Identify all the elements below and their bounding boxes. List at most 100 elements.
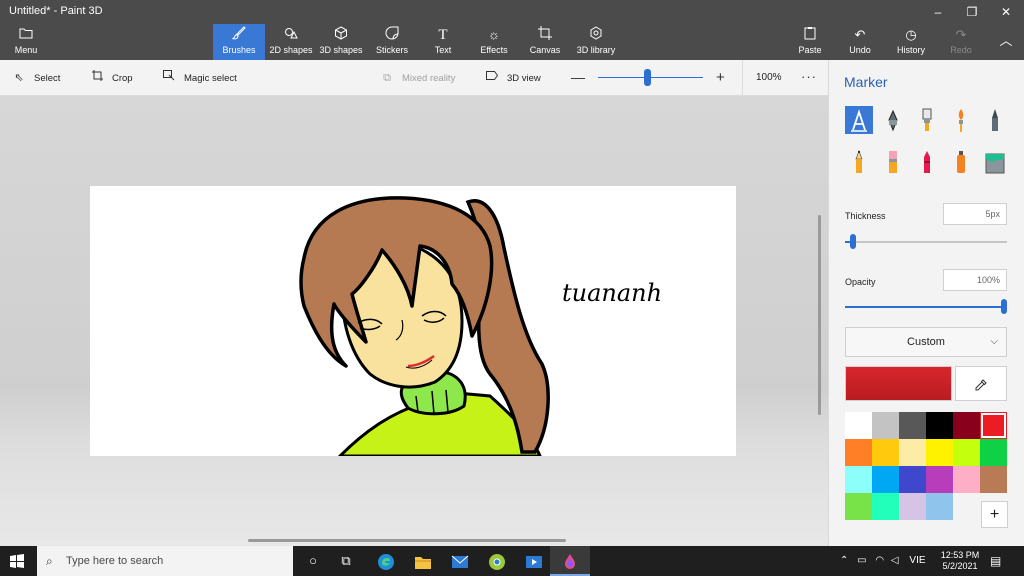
tab-label: Stickers xyxy=(375,45,408,55)
undo-button[interactable]: ↶ Undo xyxy=(845,24,875,60)
color-swatch[interactable] xyxy=(872,466,899,493)
chevron-up-icon[interactable]: ⌃ xyxy=(840,555,848,566)
tab-label: Canvas xyxy=(529,45,561,55)
oil-brush-button[interactable] xyxy=(913,106,941,134)
tab-3d-library[interactable]: 3D library xyxy=(574,24,618,60)
volume-icon[interactable]: ◁ xyxy=(891,555,899,566)
watercolor-brush-button[interactable] xyxy=(947,106,975,134)
crop-tool[interactable]: Crop xyxy=(90,70,133,86)
color-swatch[interactable] xyxy=(926,412,953,439)
color-swatch[interactable] xyxy=(980,439,1007,466)
color-swatch[interactable] xyxy=(872,493,899,520)
task-view-icon[interactable]: ⧉ xyxy=(326,546,366,576)
media-player-icon[interactable] xyxy=(514,546,554,576)
undo-icon: ↶ xyxy=(854,27,866,42)
system-tray: ⌃ ▭ ◠ ◁ VIE xyxy=(840,546,926,576)
fill-button[interactable] xyxy=(981,148,1009,176)
tab-2d-shapes[interactable]: 2D shapes xyxy=(268,24,314,60)
windows-start-icon[interactable] xyxy=(10,554,24,568)
canvas-icon xyxy=(526,26,564,44)
color-swatch[interactable] xyxy=(845,466,872,493)
maximize-button[interactable]: ❐ xyxy=(957,3,987,21)
thickness-input[interactable]: 5px xyxy=(943,203,1007,225)
tab-3d-shapes[interactable]: 3D shapes xyxy=(318,24,364,60)
eraser-button[interactable] xyxy=(879,148,907,176)
opacity-slider-thumb[interactable] xyxy=(1001,299,1007,314)
collapse-ribbon-button[interactable]: ︿ xyxy=(994,24,1018,60)
vertical-scrollbar[interactable] xyxy=(818,215,821,415)
notifications-icon[interactable]: ▤ xyxy=(990,554,1001,568)
mixed-reality-tool[interactable]: ⧉ Mixed reality xyxy=(380,70,455,86)
menu-button[interactable]: Menu xyxy=(4,24,48,60)
calligraphy-pen-button[interactable] xyxy=(879,106,907,134)
magic-select-tool[interactable]: Magic select xyxy=(162,70,237,86)
color-swatch[interactable] xyxy=(953,466,980,493)
add-color-button[interactable]: + xyxy=(981,501,1008,528)
taskbar-clock[interactable]: 12:53 PM 5/2/2021 xyxy=(938,550,982,572)
effects-icon: ☼ xyxy=(488,27,500,42)
spray-can-icon xyxy=(957,151,965,173)
thickness-slider-track[interactable] xyxy=(845,241,1007,243)
opacity-input[interactable]: 100% xyxy=(943,269,1007,291)
color-swatch[interactable] xyxy=(845,439,872,466)
chrome-icon[interactable] xyxy=(477,546,517,576)
select-tool[interactable]: ⇖ Select xyxy=(12,70,60,86)
paint-3d-taskbar-icon[interactable] xyxy=(550,546,590,576)
minimize-button[interactable]: – xyxy=(923,3,953,21)
more-options-button[interactable]: ··· xyxy=(801,69,817,84)
language-indicator[interactable]: VIE xyxy=(909,555,925,566)
mixed-reality-label: Mixed reality xyxy=(402,73,456,84)
color-swatch[interactable] xyxy=(953,412,980,439)
close-button[interactable]: ✕ xyxy=(991,3,1021,21)
color-mode-dropdown[interactable]: Custom ⌵ xyxy=(845,327,1007,357)
tab-stickers[interactable]: Stickers xyxy=(372,24,412,60)
color-swatch[interactable] xyxy=(980,412,1007,439)
color-swatch[interactable] xyxy=(845,412,872,439)
tab-brushes[interactable]: Brushes xyxy=(213,24,265,60)
color-swatch[interactable] xyxy=(872,439,899,466)
marker-brush-button[interactable] xyxy=(845,106,873,134)
wifi-icon[interactable]: ◠ xyxy=(875,555,884,566)
tab-label: 3D shapes xyxy=(319,45,363,55)
redo-button[interactable]: ↷ Redo xyxy=(946,24,976,60)
battery-icon[interactable]: ▭ xyxy=(857,555,866,566)
spray-can-button[interactable] xyxy=(947,148,975,176)
tab-text[interactable]: T Text xyxy=(426,24,460,60)
zoom-value[interactable]: 100% xyxy=(756,72,782,83)
thickness-slider-thumb[interactable] xyxy=(850,234,857,249)
color-swatch[interactable] xyxy=(899,412,926,439)
pixel-pen-button[interactable] xyxy=(981,106,1009,134)
color-swatch[interactable] xyxy=(980,466,1007,493)
color-swatch[interactable] xyxy=(926,493,953,520)
paste-button[interactable]: Paste xyxy=(794,24,826,60)
mail-icon[interactable] xyxy=(440,546,480,576)
crayon-button[interactable] xyxy=(913,148,941,176)
oil-brush-icon xyxy=(922,108,932,131)
tab-effects[interactable]: ☼ Effects xyxy=(474,24,514,60)
horizontal-scrollbar[interactable] xyxy=(248,539,566,542)
color-swatch[interactable] xyxy=(926,439,953,466)
zoom-in-button[interactable]: + xyxy=(716,69,725,86)
magic-select-label: Magic select xyxy=(184,73,237,84)
current-color-swatch[interactable] xyxy=(845,366,952,401)
tab-canvas[interactable]: Canvas xyxy=(526,24,564,60)
file-explorer-icon[interactable] xyxy=(403,546,443,576)
color-swatch[interactable] xyxy=(899,439,926,466)
edge-browser-icon[interactable] xyxy=(366,546,406,576)
eyedropper-button[interactable] xyxy=(955,366,1007,401)
history-button[interactable]: ◷ History xyxy=(894,24,928,60)
color-swatch[interactable] xyxy=(899,466,926,493)
color-swatch[interactable] xyxy=(926,466,953,493)
magic-select-icon xyxy=(162,70,176,86)
taskbar-search-box[interactable]: ⌕ Type here to search xyxy=(37,546,293,576)
zoom-slider-thumb[interactable] xyxy=(644,69,652,86)
3d-view-tool[interactable]: 3D view xyxy=(485,70,541,86)
color-swatch[interactable] xyxy=(953,439,980,466)
color-swatch[interactable] xyxy=(899,493,926,520)
color-swatch[interactable] xyxy=(872,412,899,439)
3d-view-icon xyxy=(485,70,499,86)
drawing-canvas[interactable]: tuananh xyxy=(90,186,736,456)
pencil-button[interactable] xyxy=(845,148,873,176)
color-swatch[interactable] xyxy=(845,493,872,520)
zoom-out-button[interactable]: — xyxy=(571,69,585,85)
